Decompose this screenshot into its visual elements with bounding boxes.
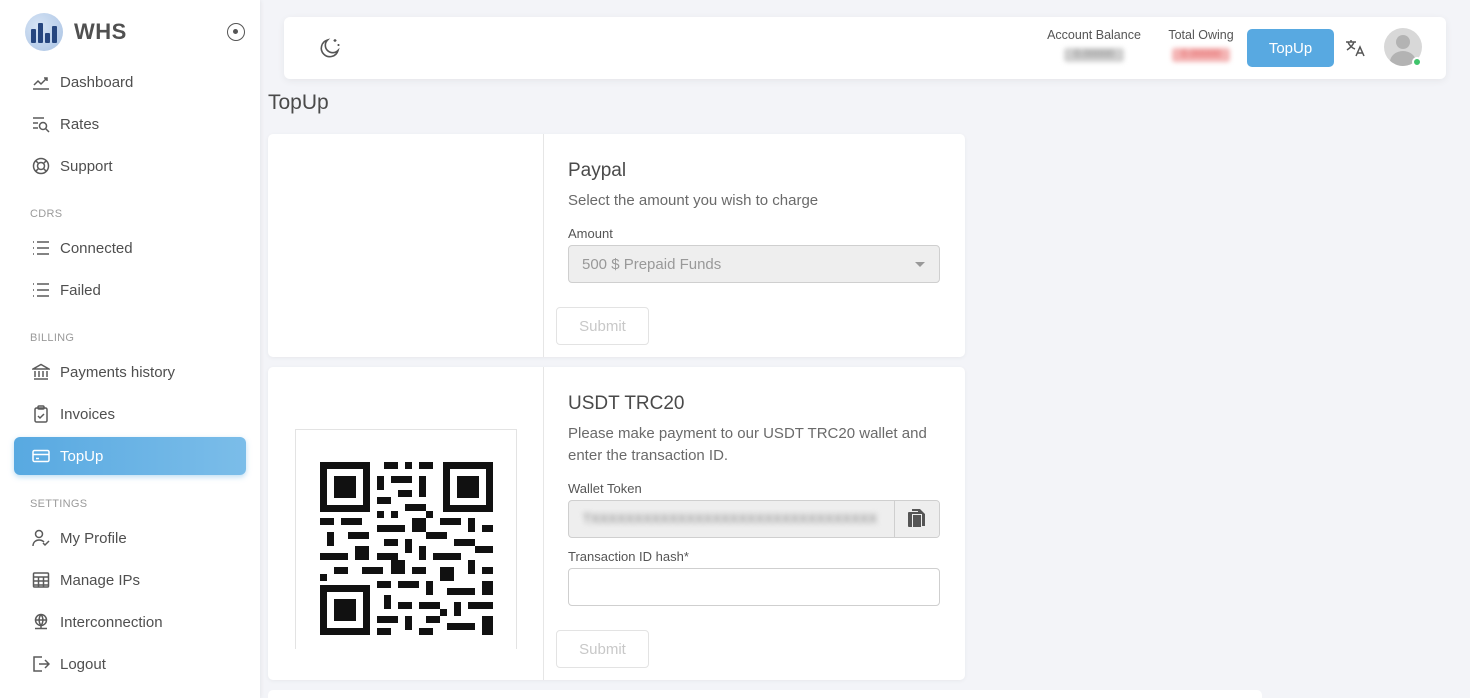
usdt-card: USDT TRC20 Please make payment to our US…	[268, 367, 965, 680]
sidebar: WHS Dashboard Rates Support CDRS Connect…	[0, 0, 260, 698]
usdt-card-media	[268, 367, 544, 680]
sidebar-item-failed[interactable]: Failed	[14, 271, 246, 309]
brand-name: WHS	[74, 19, 127, 44]
paypal-card: Paypal Select the amount you wish to cha…	[268, 134, 965, 357]
wallet-token-value: TXXXXXXXXXXXXXXXXXXXXXXXXXXXXXXXXX	[583, 511, 878, 526]
account-balance: Account Balance 0.00000	[1042, 28, 1146, 62]
amount-label: Amount	[568, 226, 613, 241]
sidebar-collapse-icon[interactable]	[227, 23, 245, 41]
sidebar-item-label: Logout	[60, 655, 106, 673]
section-label-settings: SETTINGS	[30, 498, 88, 510]
qr-code-icon	[320, 462, 493, 635]
sidebar-item-manage-ips[interactable]: Manage IPs	[14, 561, 246, 599]
caret-down-icon	[915, 262, 925, 267]
sidebar-item-interconnection[interactable]: Interconnection	[14, 603, 246, 641]
sidebar-item-label: Interconnection	[60, 613, 163, 631]
paypal-card-media	[268, 134, 544, 357]
copy-icon	[908, 509, 925, 528]
usdt-title: USDT TRC20	[568, 393, 685, 414]
user-check-icon	[32, 529, 50, 547]
table-icon	[32, 571, 50, 589]
sidebar-item-payments-history[interactable]: Payments history	[14, 353, 246, 391]
sidebar-item-label: TopUp	[60, 447, 104, 465]
usdt-subtitle: Please make payment to our USDT TRC20 wa…	[568, 425, 927, 464]
sidebar-item-support[interactable]: Support	[14, 147, 246, 185]
sidebar-item-dashboard[interactable]: Dashboard	[14, 63, 246, 101]
sidebar-item-invoices[interactable]: Invoices	[14, 395, 246, 433]
section-label-cdrs: CDRS	[30, 208, 63, 220]
sidebar-item-rates[interactable]: Rates	[14, 105, 246, 143]
sidebar-item-label: My Profile	[60, 529, 127, 547]
lifebuoy-icon	[32, 157, 50, 175]
sidebar-item-connected[interactable]: Connected	[14, 229, 246, 267]
usdt-submit-button[interactable]: Submit	[556, 630, 649, 668]
list-icon	[32, 281, 50, 299]
total-owing-label: Total Owing	[1168, 28, 1234, 42]
paypal-subtitle: Select the amount you wish to charge	[568, 192, 819, 209]
dark-mode-toggle-icon[interactable]	[318, 36, 342, 60]
sidebar-item-label: Support	[60, 157, 113, 175]
wallet-qr-code	[295, 429, 517, 649]
amount-select[interactable]: 500 $ Prepaid Funds	[568, 245, 940, 283]
sidebar-item-label: Manage IPs	[60, 571, 141, 589]
total-owing-value: 0.00000	[1172, 48, 1230, 62]
translate-icon[interactable]	[1344, 37, 1366, 59]
sidebar-item-label: Payments history	[60, 363, 176, 381]
total-owing: Total Owing 0.00000	[1162, 28, 1240, 62]
paypal-submit-button[interactable]: Submit	[556, 307, 649, 345]
copy-wallet-button[interactable]	[894, 501, 939, 537]
online-status-badge	[1412, 57, 1422, 67]
section-label-billing: BILLING	[30, 332, 75, 344]
page-title: TopUp	[268, 91, 329, 114]
header-topup-button[interactable]: TopUp	[1247, 29, 1334, 67]
sidebar-item-label: Rates	[60, 115, 100, 133]
paypal-title: Paypal	[568, 160, 627, 181]
account-balance-label: Account Balance	[1047, 28, 1141, 42]
sidebar-item-my-profile[interactable]: My Profile	[14, 519, 246, 557]
sidebar-item-label: Dashboard	[60, 73, 134, 91]
list-search-icon	[32, 115, 50, 133]
sidebar-item-label: Connected	[60, 239, 133, 257]
clipboard-icon	[32, 405, 50, 423]
transaction-id-label: Transaction ID hash*	[568, 549, 689, 564]
sidebar-item-topup[interactable]: TopUp	[14, 437, 246, 475]
bank-icon	[32, 363, 50, 381]
transaction-id-input[interactable]	[568, 568, 940, 606]
sidebar-item-logout[interactable]: Logout	[14, 645, 246, 683]
network-icon	[32, 613, 50, 631]
wallet-token-label: Wallet Token	[568, 481, 642, 496]
list-icon	[32, 239, 50, 257]
wallet-token-field: TXXXXXXXXXXXXXXXXXXXXXXXXXXXXXXXXX	[568, 500, 940, 538]
account-balance-value: 0.00000	[1064, 48, 1124, 62]
next-card	[268, 690, 1262, 698]
amount-selected-value: 500 $ Prepaid Funds	[582, 255, 722, 273]
chart-line-icon	[32, 73, 50, 91]
brand-logo-icon	[25, 13, 63, 51]
top-header: Account Balance 0.00000 Total Owing 0.00…	[284, 17, 1446, 79]
sidebar-item-label: Failed	[60, 281, 101, 299]
brand[interactable]: WHS	[25, 13, 127, 51]
sidebar-item-label: Invoices	[60, 405, 116, 423]
logout-icon	[32, 655, 50, 673]
credit-card-icon	[32, 447, 50, 465]
